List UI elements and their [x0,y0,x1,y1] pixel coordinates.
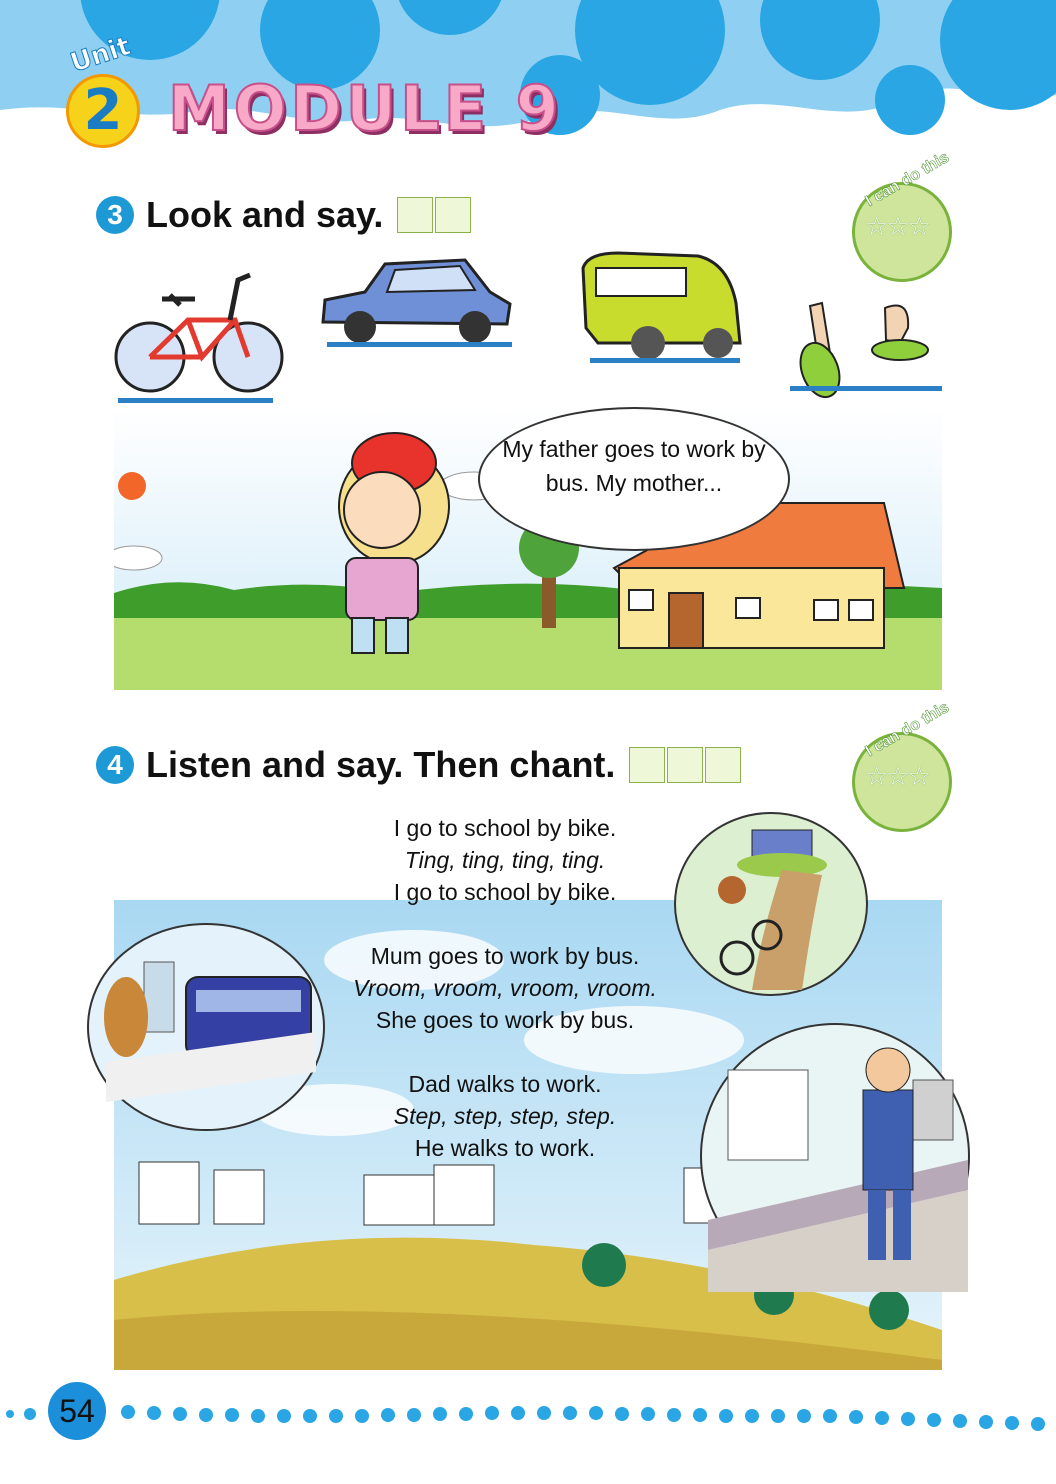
chant-line: She goes to work by bus. [375,1007,635,1033]
section3-title: Look and say. [146,194,384,235]
chant-text: I go to school by bike. Ting, ting, ting… [300,812,710,1196]
i-can-do-this-badge: I can do this ☆☆☆ [852,149,952,282]
section3-activity-icons [397,197,473,233]
chant-line: Mum goes to work by bus. [370,943,640,969]
badge-label: I can do this [862,698,953,761]
chant-stanza: Mum goes to work by bus. Vroom, vroom, v… [300,940,710,1036]
chant-stanza: I go to school by bike. Ting, ting, ting… [300,812,710,908]
listening-icon [629,747,666,783]
bus-picture [581,251,742,363]
unit-badge: Unit 2 [62,31,152,150]
section4-title: Listen and say. Then chant. [146,744,616,785]
chant-line-sound: Ting, ting, ting, ting. [404,847,606,873]
chant-line: I go to school by bike. [393,879,617,905]
unit-number: 2 [66,74,140,148]
dad-walking-circle [700,1023,970,1292]
section4-heading: 4 Listen and say. Then chant. [96,744,743,786]
chant-line-sound: Step, step, step, step. [393,1103,617,1129]
star-icons: ☆☆☆ [865,761,931,791]
chant-line: I go to school by bike. [393,815,617,841]
section3-heading: 3 Look and say. [96,194,473,236]
badge-label: I can do this [862,148,953,211]
chant-icon [705,747,742,783]
speech-bubble-text: My father goes to work by bus. My mother… [502,436,766,496]
speaking-icon [435,197,472,233]
chant-line: He walks to work. [414,1135,596,1161]
car-picture [321,258,512,347]
mum-bus-circle [87,923,325,1131]
section4-activity-icons [629,747,743,783]
footer-dots [6,1405,1045,1431]
bike-picture [114,272,284,403]
walking-feet-picture [790,301,942,398]
section3-number: 3 [96,196,134,234]
star-icons: ☆☆☆ [865,211,931,241]
chant-line-sound: Vroom, vroom, vroom, vroom. [353,975,657,1001]
section4-number: 4 [96,746,134,784]
chant-stanza: Dad walks to work. Step, step, step, ste… [300,1068,710,1164]
chant-line: Dad walks to work. [408,1071,602,1097]
reading-icon [397,197,434,233]
page-number: 54 [48,1382,106,1440]
module-title: MODULE 9 [167,71,563,146]
speaking-icon [667,747,704,783]
